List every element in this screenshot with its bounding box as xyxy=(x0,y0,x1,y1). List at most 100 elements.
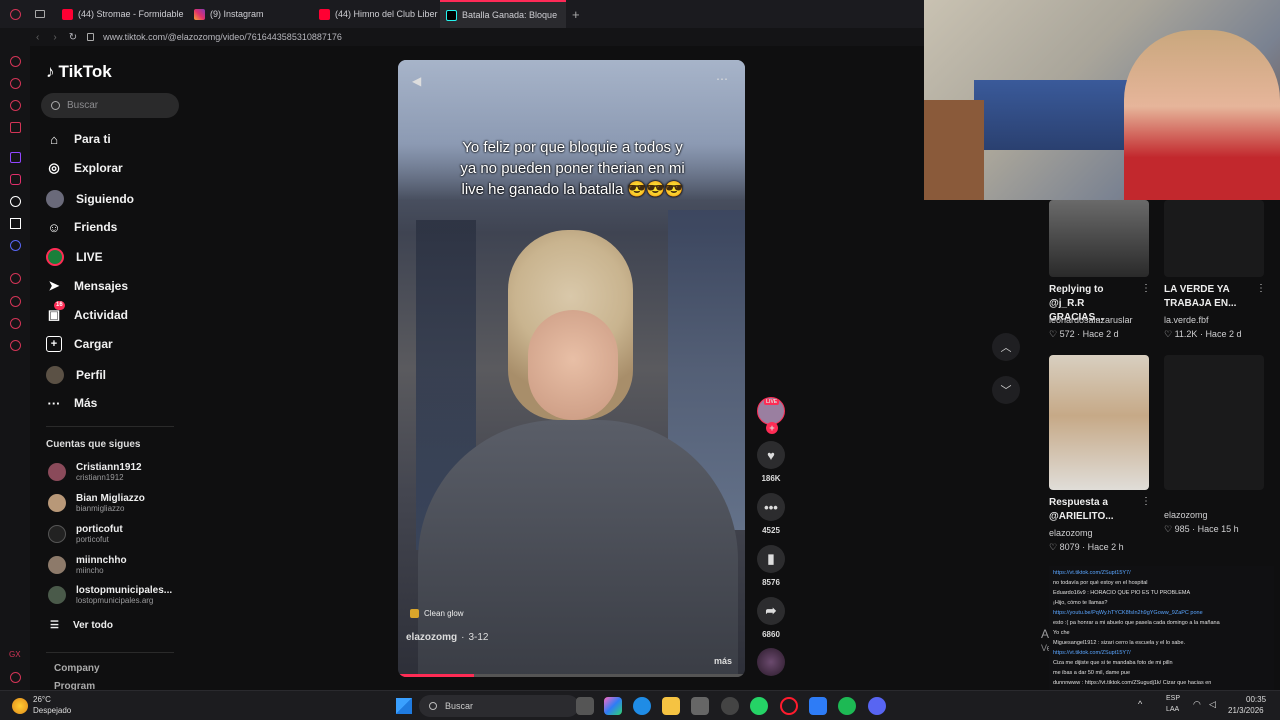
settings-icon[interactable] xyxy=(10,340,21,351)
store-icon[interactable] xyxy=(691,697,709,715)
back-icon[interactable]: ‹ xyxy=(36,32,39,43)
video-author[interactable]: elazozomg xyxy=(406,632,457,643)
share-action[interactable]: ➦ 6860 xyxy=(757,597,785,639)
more-icon[interactable] xyxy=(10,672,21,683)
related-thumb[interactable] xyxy=(1164,200,1264,277)
music-disc-icon[interactable] xyxy=(757,648,785,676)
follow-plus-icon[interactable]: + xyxy=(766,422,778,434)
taskbar-search[interactable]: Buscar xyxy=(419,695,579,717)
tab-instagram[interactable]: (9) Instagram xyxy=(188,0,313,28)
mail-icon[interactable] xyxy=(10,122,21,133)
tab-batalla-ganada[interactable]: Batalla Ganada: Bloque xyxy=(440,0,566,28)
related-user[interactable]: elazozomg xyxy=(1049,528,1093,538)
forward-icon[interactable]: › xyxy=(53,32,56,43)
new-tab-icon[interactable]: + xyxy=(572,7,580,22)
related-thumb[interactable] xyxy=(1049,200,1149,277)
related-title[interactable]: LA VERDE YA TRABAJA EN... xyxy=(1164,283,1249,311)
url-field[interactable]: www.tiktok.com/@elazozomg/video/76164435… xyxy=(103,32,342,42)
nav-mas[interactable]: ··· Más xyxy=(46,395,98,411)
opera-icon[interactable] xyxy=(10,8,21,20)
see-all-label: Ver todo xyxy=(72,620,113,631)
comment-icon[interactable]: ••• xyxy=(757,493,785,521)
copilot-icon[interactable] xyxy=(604,697,622,715)
nav-cargar[interactable]: + Cargar xyxy=(46,336,113,352)
discord-icon[interactable] xyxy=(868,697,886,715)
instagram-icon[interactable] xyxy=(10,174,21,185)
nav-perfil[interactable]: Perfil xyxy=(46,366,106,384)
creator-avatar[interactable]: LIVE + xyxy=(757,397,785,434)
gx-icon[interactable]: GX xyxy=(9,650,21,661)
search-input[interactable]: Buscar xyxy=(41,93,179,118)
nav-actividad[interactable]: ▣ 16 Actividad xyxy=(46,301,128,323)
related-thumb[interactable] xyxy=(1049,355,1149,490)
tiktok-logo[interactable]: ♪ TikTok xyxy=(46,62,112,82)
discord-icon[interactable] xyxy=(10,240,21,251)
save-action[interactable]: ▮ 8576 xyxy=(757,545,785,587)
file-explorer-icon[interactable] xyxy=(662,697,680,715)
tab-stromae[interactable]: (44) Stromae - Formidable xyxy=(56,0,188,28)
twitch-icon[interactable] xyxy=(10,152,21,163)
wifi-icon[interactable]: ◠ xyxy=(1193,699,1201,710)
more-vertical-icon[interactable]: ⋮ xyxy=(1141,496,1151,507)
tab-himno[interactable]: (44) Himno del Club Liber xyxy=(313,0,440,28)
clock-icon[interactable] xyxy=(10,296,21,307)
steam-icon[interactable] xyxy=(721,697,739,715)
x-icon[interactable] xyxy=(10,218,21,229)
heart-icon[interactable]: ♥ xyxy=(757,441,785,469)
share-icon[interactable]: ➦ xyxy=(757,597,785,625)
shopping-icon[interactable] xyxy=(10,78,21,89)
see-all-link[interactable]: ☰ Ver todo xyxy=(50,620,113,631)
tray-chevron-icon[interactable]: ^ xyxy=(1138,699,1142,709)
following-account[interactable]: Bian Migliazzo bianmigliazzo xyxy=(48,493,145,513)
sound-disc[interactable] xyxy=(757,648,785,681)
workspaces-icon[interactable] xyxy=(35,10,45,18)
nav-friends[interactable]: ☺ Friends xyxy=(46,219,117,235)
reload-icon[interactable]: ↻ xyxy=(69,32,77,43)
language-code[interactable]: ESP xyxy=(1166,695,1180,702)
clock-date: 21/3/2026 xyxy=(1228,706,1264,715)
clock-time[interactable]: 00:35 xyxy=(1246,695,1266,704)
following-account[interactable]: lostopmunicipales... lostopmunicipales.ar… xyxy=(48,585,172,605)
options-icon[interactable]: ⋯ xyxy=(716,72,728,86)
following-account[interactable]: porticofut porticofut xyxy=(48,524,123,544)
mute-icon[interactable]: ◀ xyxy=(412,74,421,88)
heart-icon[interactable] xyxy=(10,318,21,329)
chat-line: Miguesangel1912 : sizari cerro la escuel… xyxy=(1053,640,1186,646)
aria-icon[interactable] xyxy=(10,56,21,67)
comment-action[interactable]: ••• 4525 xyxy=(757,493,785,535)
progress-track[interactable] xyxy=(398,674,745,677)
following-account[interactable]: miinnchho miincho xyxy=(48,555,127,575)
opera-gx-icon[interactable] xyxy=(780,697,798,715)
related-title[interactable]: Respuesta a @ARIELITO... xyxy=(1049,496,1139,524)
effect-tag[interactable]: Clean glow xyxy=(410,609,464,618)
volume-icon[interactable]: ◁ xyxy=(1209,699,1216,710)
weather-icon[interactable] xyxy=(12,698,28,714)
related-user[interactable]: la.verde.fbf xyxy=(1164,315,1209,325)
like-action[interactable]: ♥ 186K xyxy=(757,441,785,483)
nav-siguiendo[interactable]: Siguiendo xyxy=(46,190,134,208)
messenger-icon[interactable] xyxy=(10,100,21,111)
related-user[interactable]: elazozomg xyxy=(1164,510,1208,520)
next-video-button[interactable]: ﹀ xyxy=(992,376,1020,404)
more-vertical-icon[interactable]: ⋮ xyxy=(1256,283,1266,294)
edge-icon[interactable] xyxy=(633,697,651,715)
nav-live[interactable]: LIVE xyxy=(46,248,103,266)
spotify-icon[interactable] xyxy=(838,697,856,715)
nav-explorar[interactable]: ◎ Explorar xyxy=(46,160,122,176)
related-user[interactable]: leonardosalazaruslar xyxy=(1049,315,1133,325)
whatsapp-icon[interactable] xyxy=(750,697,768,715)
notepad-icon[interactable] xyxy=(809,697,827,715)
bookmark-icon[interactable]: ▮ xyxy=(757,545,785,573)
tiktok-icon[interactable] xyxy=(10,196,21,207)
previous-video-button[interactable]: ︿ xyxy=(992,333,1020,361)
related-thumb[interactable] xyxy=(1164,355,1264,490)
more-vertical-icon[interactable]: ⋮ xyxy=(1141,283,1151,294)
more-caption-link[interactable]: más xyxy=(714,656,732,666)
following-account[interactable]: Cristiann1912 cristiann1912 xyxy=(48,462,142,482)
start-icon[interactable] xyxy=(396,698,412,714)
history-icon[interactable] xyxy=(10,273,21,284)
footer-company[interactable]: Company xyxy=(54,663,100,674)
task-view-icon[interactable] xyxy=(576,697,594,715)
nav-mensajes[interactable]: ➤ Mensajes xyxy=(46,278,128,294)
nav-para-ti[interactable]: ⌂ Para ti xyxy=(46,131,111,147)
